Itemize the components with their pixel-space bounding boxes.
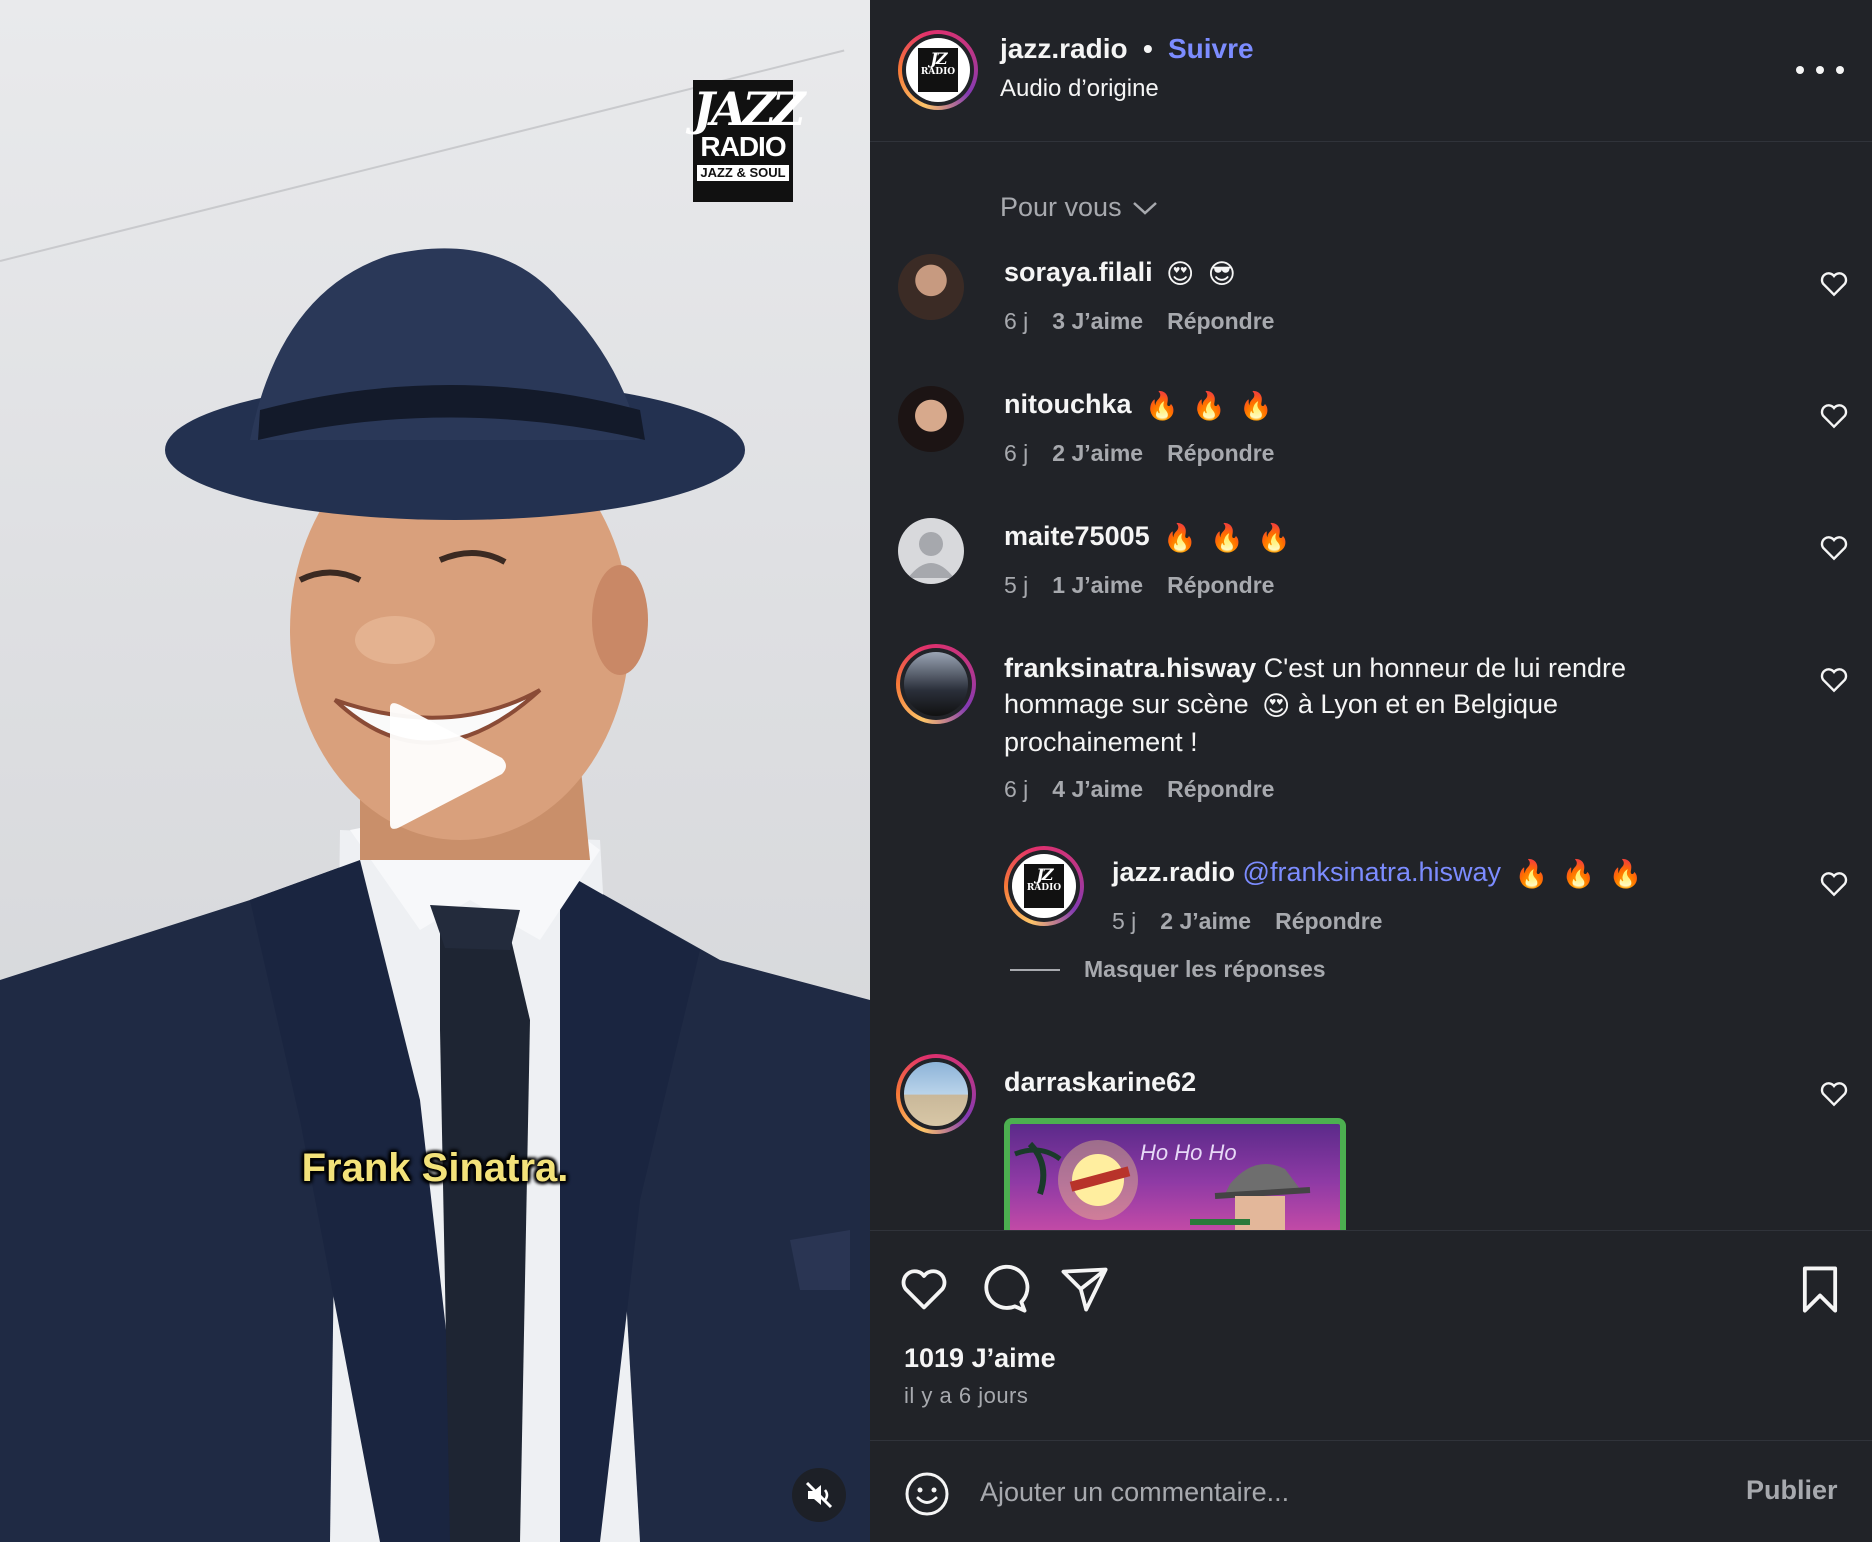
mute-button[interactable]: [792, 1468, 846, 1522]
author-username[interactable]: jazz.radio: [1000, 33, 1128, 65]
heart-icon[interactable]: [898, 1263, 950, 1315]
comment-time: 5 j: [1004, 572, 1029, 598]
emoji-fire: 🔥: [1561, 859, 1596, 889]
publish-button[interactable]: Publier: [1746, 1475, 1838, 1506]
follow-button[interactable]: Suivre: [1168, 33, 1254, 65]
comment-likes[interactable]: 4 J’aime: [1052, 776, 1143, 803]
hide-replies-button[interactable]: Masquer les réponses: [1010, 956, 1326, 983]
likes-count[interactable]: 1019 J’aime: [904, 1343, 1056, 1374]
reply-button[interactable]: Répondre: [1167, 308, 1274, 335]
comment-username[interactable]: soraya.filali: [1004, 257, 1153, 287]
emoji-fire: 🔥: [1608, 859, 1643, 889]
reply-button[interactable]: Répondre: [1275, 908, 1382, 935]
emoji-fire: 🔥: [1145, 391, 1179, 421]
comment-likes[interactable]: 2 J’aime: [1052, 440, 1143, 467]
emoji-heart-eyes: 😍: [1166, 259, 1195, 289]
paper-plane-icon[interactable]: [1058, 1263, 1110, 1315]
mention-link[interactable]: @franksinatra.hisway: [1243, 857, 1502, 887]
heart-icon[interactable]: [1818, 1078, 1850, 1110]
emoji-fire: 🔥: [1163, 523, 1197, 553]
comment-gif[interactable]: Ho Ho Ho: [1004, 1118, 1346, 1230]
reply-button[interactable]: Répondre: [1167, 572, 1274, 599]
jazz-radio-logo: JAZZ RADIO JAZZ & SOUL: [693, 80, 806, 202]
bookmark-icon[interactable]: [1794, 1263, 1846, 1315]
comment-icon[interactable]: [978, 1263, 1030, 1315]
video-player[interactable]: JAZZ RADIO JAZZ & SOUL Frank Sinatra.: [0, 0, 870, 1542]
sort-label: Pour vous: [1000, 192, 1122, 222]
emoji-fire: 🔥: [1210, 523, 1244, 553]
sort-dropdown[interactable]: Pour vous: [1000, 192, 1158, 223]
post-time: il y a 6 jours: [904, 1383, 1029, 1408]
emoji-heart-eyes: 😍: [1262, 691, 1291, 721]
comment-time: 5 j: [1112, 908, 1137, 934]
comment-username[interactable]: darraskarine62: [1004, 1067, 1196, 1097]
play-icon[interactable]: [380, 700, 510, 832]
chevron-down-icon: [1132, 201, 1157, 215]
comment-input[interactable]: [980, 1467, 1680, 1517]
video-caption: Frank Sinatra.: [301, 1146, 569, 1190]
comments-panel: JZ RADIO jazz.radio • Suivre Audio d’orig…: [870, 0, 1872, 1542]
comment-username[interactable]: maite75005: [1004, 521, 1150, 551]
comment-username[interactable]: jazz.radio: [1112, 857, 1235, 887]
avatar[interactable]: [896, 644, 976, 724]
divider-line: [1010, 968, 1060, 971]
comment-likes[interactable]: 3 J’aime: [1052, 308, 1143, 335]
gif-illustration: Ho Ho Ho: [1014, 1140, 1311, 1230]
heart-icon[interactable]: [1818, 400, 1850, 432]
avatar[interactable]: [896, 1054, 976, 1134]
heart-icon[interactable]: [1818, 268, 1850, 300]
speaker-muted-icon: [805, 1481, 833, 1509]
reply-button[interactable]: Répondre: [1167, 776, 1274, 803]
post-header: JZ RADIO jazz.radio • Suivre Audio d’orig…: [870, 0, 1872, 142]
separator-dot: •: [1143, 33, 1153, 64]
hide-replies-label: Masquer les réponses: [1084, 956, 1326, 982]
author-avatar[interactable]: JZ RADIO: [898, 30, 978, 110]
heart-icon[interactable]: [1818, 664, 1850, 696]
heart-icon[interactable]: [1818, 868, 1850, 900]
emoji-sunglasses: 😎: [1207, 259, 1236, 289]
smiley-icon[interactable]: [904, 1471, 950, 1517]
emoji-fire: 🔥: [1514, 859, 1549, 889]
comment-time: 6 j: [1004, 308, 1029, 334]
avatar[interactable]: [898, 254, 964, 320]
comment-username[interactable]: franksinatra.hisway: [1004, 653, 1256, 683]
comment-username[interactable]: nitouchka: [1004, 389, 1132, 419]
post-actions: 1019 J’aime il y a 6 jours: [870, 1230, 1872, 1440]
avatar[interactable]: [898, 386, 964, 452]
comment-time: 6 j: [1004, 776, 1029, 802]
more-options-icon[interactable]: [1796, 50, 1844, 90]
avatar[interactable]: JZ RADIO: [1004, 846, 1084, 926]
emoji-fire: 🔥: [1192, 391, 1226, 421]
emoji-fire: 🔥: [1257, 523, 1292, 553]
reply-button[interactable]: Répondre: [1167, 440, 1274, 467]
comment-likes[interactable]: 1 J’aime: [1052, 572, 1143, 599]
default-user-icon: [908, 532, 954, 578]
comment-time: 6 j: [1004, 440, 1029, 466]
gif-text: Ho Ho Ho: [1140, 1140, 1237, 1165]
heart-icon[interactable]: [1818, 532, 1850, 564]
comment-likes[interactable]: 2 J’aime: [1160, 908, 1251, 935]
comment-composer: Publier: [870, 1440, 1872, 1542]
audio-label[interactable]: Audio d’origine: [1000, 75, 1159, 103]
avatar[interactable]: [898, 518, 964, 584]
emoji-fire: 🔥: [1239, 391, 1273, 421]
